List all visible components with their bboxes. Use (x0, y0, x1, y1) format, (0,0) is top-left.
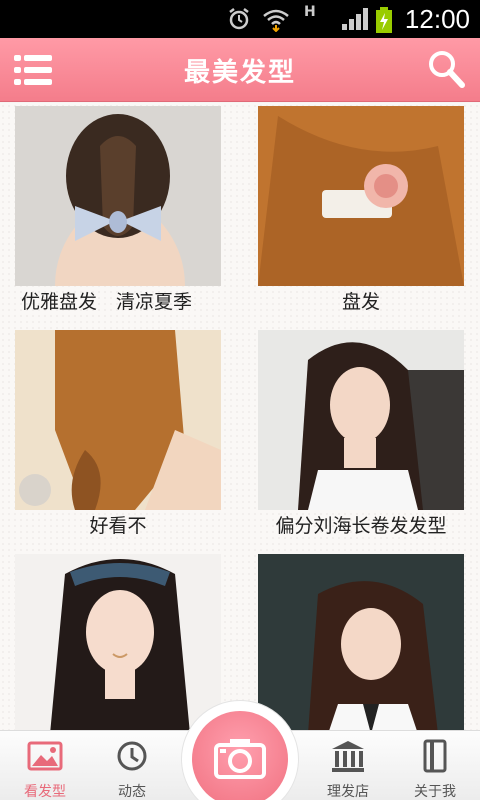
hairstyle-card[interactable] (258, 554, 464, 730)
search-icon[interactable] (426, 48, 466, 90)
wifi-icon (263, 9, 289, 32)
nav-item-hairstyles[interactable]: 看发型 (5, 739, 85, 800)
clock: 12:00 (404, 4, 470, 34)
nav-item-about[interactable]: 关于我 (395, 739, 475, 800)
alarm-icon (229, 8, 249, 30)
hairstyle-photo (15, 554, 221, 730)
signal-icon (342, 8, 368, 30)
hairstyle-card[interactable]: 偏分刘海长卷发发型 (258, 330, 464, 550)
battery-charging-icon (376, 7, 392, 33)
hairstyle-caption: 优雅盘发 清凉夏季 (21, 291, 193, 313)
hairstyle-card[interactable]: 盘发 (258, 106, 464, 326)
hairstyle-card[interactable]: 好看不 (15, 330, 221, 550)
hairstyle-photo (15, 106, 221, 286)
book-icon (423, 739, 447, 773)
nav-label: 理发店 (327, 784, 369, 800)
nav-label: 看发型 (24, 784, 66, 800)
hairstyle-caption: 盘发 (341, 291, 380, 313)
gallery-icon (27, 741, 63, 771)
building-icon (332, 741, 364, 772)
nav-label: 动态 (118, 784, 146, 800)
hairstyle-caption: 偏分刘海长卷发发型 (275, 515, 447, 537)
nav-item-salons[interactable]: 理发店 (308, 739, 388, 800)
page-title: 最美发型 (183, 58, 296, 88)
status-bar: H 12:00 (0, 0, 480, 38)
hairstyle-photo (15, 330, 221, 510)
network-type-label: H (304, 4, 316, 20)
hairstyle-photo (258, 554, 464, 730)
hairstyle-card[interactable]: 优雅盘发 清凉夏季 (15, 106, 221, 326)
nav-item-activity[interactable]: 动态 (92, 739, 172, 800)
camera-icon (214, 739, 266, 779)
nav-label: 关于我 (414, 784, 456, 800)
hairstyle-caption: 好看不 (89, 515, 147, 537)
clock-icon (117, 741, 147, 771)
camera-button-frame (181, 700, 299, 800)
hairstyle-grid: 优雅盘发 清凉夏季 盘发 好看不 偏分刘海长卷发发型 (0, 103, 480, 730)
app-header: 最美发型 (0, 38, 480, 102)
hairstyle-photo (258, 330, 464, 510)
hairstyle-card[interactable] (15, 554, 221, 730)
camera-button[interactable] (192, 711, 288, 800)
hairstyle-photo (258, 106, 464, 286)
